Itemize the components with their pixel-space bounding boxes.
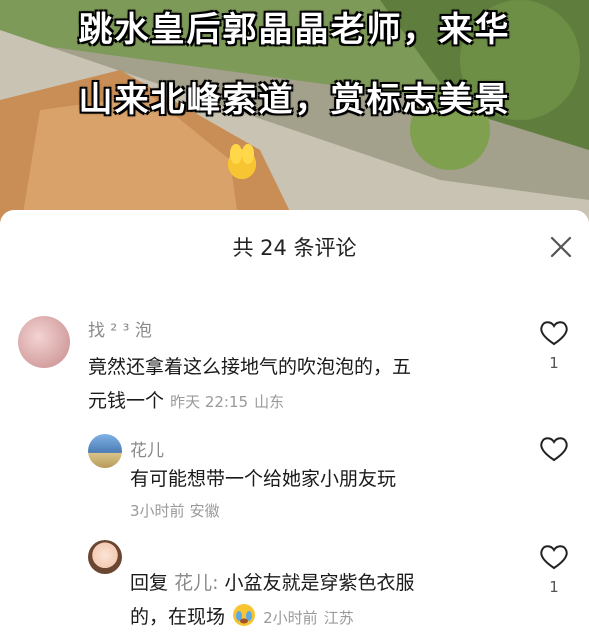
like-count: 1	[549, 354, 559, 372]
comment-text: 竟然还拿着这么接地气的吹泡泡的，五 元钱一个 昨天 22:15 山东	[88, 350, 508, 419]
comment-text-end: 的，在现场	[130, 606, 226, 628]
comment-item: 回复 花儿: 小盆友就是穿紫色衣服 的，在现场 2小时前 江苏 1	[0, 536, 589, 640]
crying-face-emoji-icon	[233, 604, 256, 626]
reply-prefix: 回复	[130, 572, 169, 594]
like-button[interactable]: 1	[539, 320, 569, 372]
comment-location: 安徽	[189, 502, 220, 520]
comment-meta: 3小时前 安徽	[130, 500, 220, 521]
avatar[interactable]	[88, 434, 122, 468]
comment-author-name[interactable]: 花儿	[130, 436, 164, 461]
comment-text-line: 元钱一个 昨天 22:15 山东	[88, 384, 508, 419]
comment-time: 昨天 22:15	[170, 393, 249, 411]
video-caption-line1: 跳水皇后郭晶晶老师，来华	[78, 10, 511, 50]
comment-count-title: 共 24 条评论	[232, 236, 357, 260]
heart-icon	[540, 321, 568, 346]
comment-text-end: 元钱一个	[88, 390, 165, 412]
clapping-hands-icon	[228, 144, 256, 179]
heart-icon	[540, 437, 568, 462]
video-caption-line2: 山来北峰索道，赏标志美景	[78, 80, 511, 120]
comment-item: 花儿 有可能想带一个给她家小朋友玩 3小时前 安徽	[0, 428, 589, 528]
like-button[interactable]: 1	[539, 544, 569, 596]
comment-text: 有可能想带一个给她家小朋友玩	[130, 468, 397, 490]
avatar[interactable]	[18, 316, 70, 368]
comment-sheet-header: 共 24 条评论	[0, 210, 589, 284]
comment-text: 回复 花儿: 小盆友就是穿紫色衣服 的，在现场 2小时前 江苏	[130, 566, 510, 635]
comment-item: 找 ² ³ 泡 竟然还拿着这么接地气的吹泡泡的，五 元钱一个 昨天 22:15 …	[0, 310, 589, 420]
comment-sheet: 共 24 条评论 找 ² ³ 泡 竟然还拿着这么接地气的吹泡泡的，五 元钱一个 …	[0, 210, 589, 640]
comment-time: 3小时前	[130, 502, 185, 520]
comment-text-line: 竟然还拿着这么接地气的吹泡泡的，五	[88, 356, 412, 378]
close-button[interactable]	[547, 233, 575, 261]
comment-location: 江苏	[323, 609, 354, 627]
comment-location: 山东	[254, 393, 285, 411]
video-background: 跳水皇后郭晶晶老师，来华 山来北峰索道，赏标志美景	[0, 0, 589, 232]
like-button[interactable]	[539, 436, 569, 462]
comment-text-line: 的，在现场 2小时前 江苏	[130, 600, 510, 635]
reply-to-name[interactable]: 花儿:	[174, 572, 218, 594]
comment-time: 2小时前	[263, 609, 318, 627]
comment-text-line: 回复 花儿: 小盆友就是穿紫色衣服	[130, 566, 510, 600]
heart-icon	[540, 545, 568, 570]
like-count: 1	[549, 578, 559, 596]
comment-text-start: 小盆友就是穿紫色衣服	[224, 572, 415, 594]
close-icon	[550, 236, 572, 258]
avatar[interactable]	[88, 540, 122, 574]
comment-author-name[interactable]: 找 ² ³ 泡	[88, 316, 152, 341]
